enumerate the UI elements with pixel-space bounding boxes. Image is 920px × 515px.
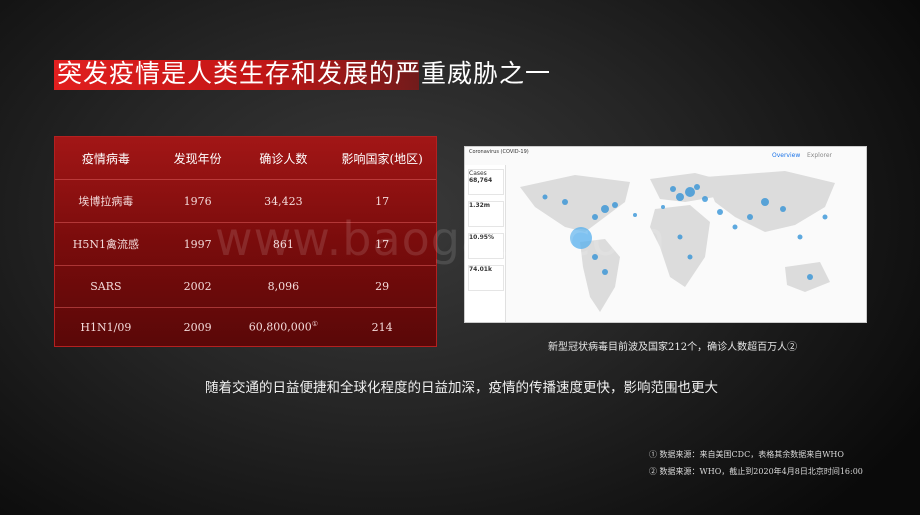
slide: 突发疫情是人类生存和发展的严重威胁之一 疫情病毒 发现年份 确诊人数 影响国家(…	[0, 0, 920, 515]
cases-value: 60,800,000	[248, 320, 312, 334]
slide-title: 突发疫情是人类生存和发展的严重威胁之一	[57, 59, 552, 88]
cell-year: 1976	[183, 194, 212, 208]
cell-cases: 34,423	[264, 194, 303, 208]
cell-virus: H5N1禽流感	[72, 238, 139, 251]
cell-virus: 埃博拉病毒	[78, 195, 134, 208]
cell-cases: 60,800,000①	[239, 320, 329, 334]
cell-virus: SARS	[90, 280, 122, 293]
cell-countries: 214	[371, 320, 393, 334]
table-header-row: 疫情病毒 发现年份 确诊人数 影响国家(地区)	[55, 137, 436, 180]
cell-year: 2002	[183, 280, 212, 293]
header-cases: 确诊人数	[259, 151, 308, 166]
header-virus: 疫情病毒	[81, 151, 130, 166]
stat-value: 1.32m	[469, 202, 491, 209]
cell-year: 2009	[183, 320, 212, 334]
footnote-mark: ①	[311, 320, 319, 329]
table-row: SARS 2002 8,096 29	[55, 266, 436, 308]
slide-subtitle: 随着交通的日益便捷和全球化程度的日益加深，疫情的传播速度更快，影响范围也更大	[205, 380, 718, 396]
stat-card: Cases 68,764	[468, 169, 504, 195]
cell-countries: 17	[375, 194, 390, 208]
table-row: H1N1/09 2009 60,800,000① 214	[55, 308, 436, 346]
cell-countries: 29	[375, 280, 390, 293]
header-year: 发现年份	[173, 151, 222, 166]
cell-cases: 8,096	[267, 280, 300, 293]
stat-value: 74.01k	[469, 266, 492, 273]
header-countries: 影响国家(地区)	[341, 151, 423, 166]
stat-value: 68,764	[469, 177, 493, 184]
footnote-2: ② 数据来源：WHO，截止到2020年4月8日北京时间16:00	[649, 467, 863, 476]
stat-card: 74.01k	[468, 265, 504, 291]
watermark: www.baogao8.com	[215, 212, 667, 266]
map-caption: 新型冠状病毒目前波及国家212个，确诊人数超百万人②	[548, 342, 798, 353]
footnote-1: ① 数据来源：来自美国CDC，表格其余数据来自WHO	[649, 450, 844, 459]
cases-label: Cases	[469, 170, 487, 177]
cell-virus: H1N1/09	[80, 320, 132, 334]
